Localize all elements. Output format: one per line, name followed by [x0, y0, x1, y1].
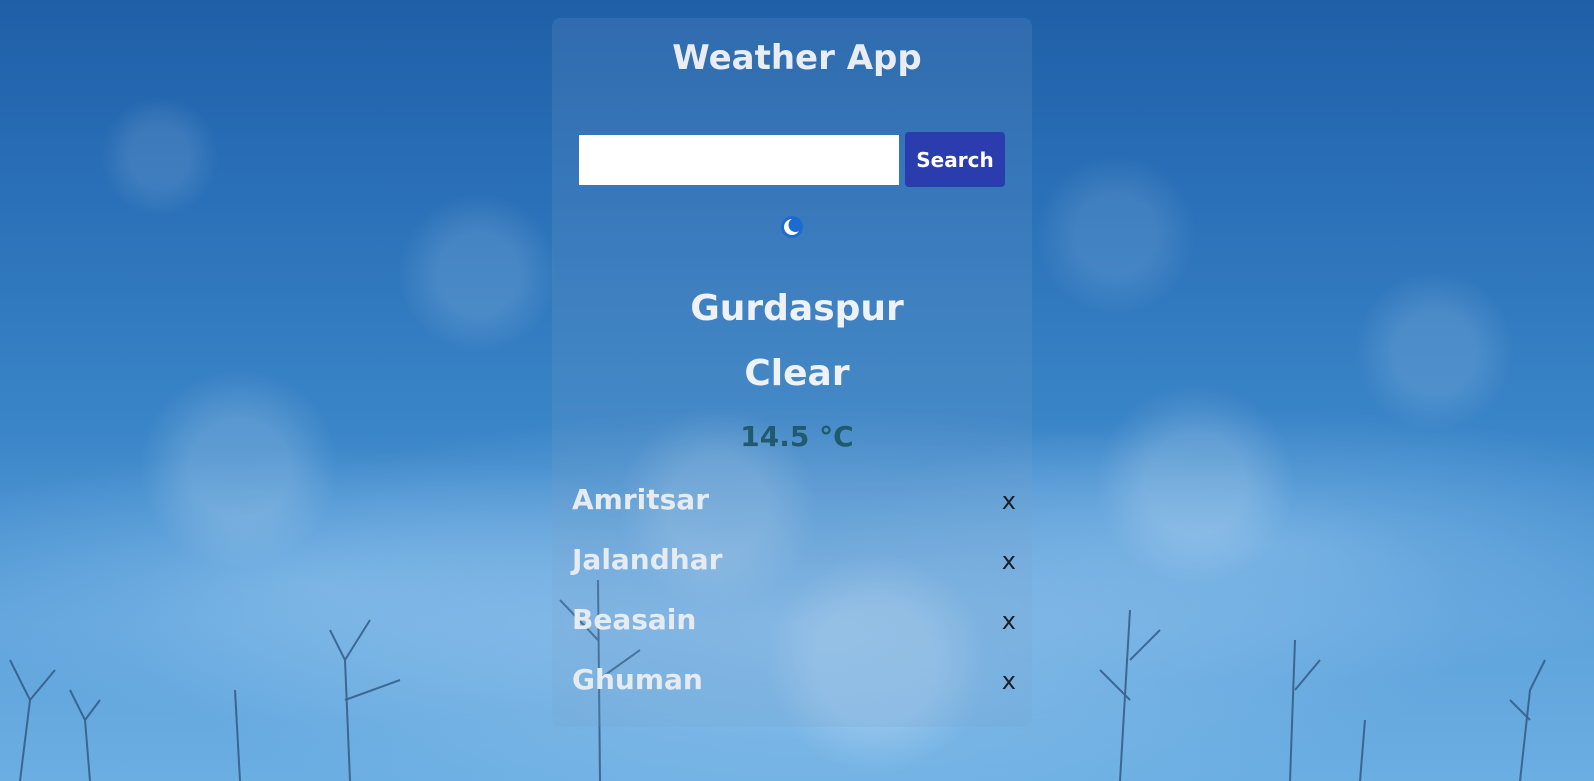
saved-cities-list: Amritsar x Jalandhar x Beasain x Ghuman …: [572, 477, 1016, 717]
remove-city-button[interactable]: x: [1002, 547, 1016, 575]
current-city-name: Gurdaspur: [690, 288, 904, 329]
weather-condition: Clear: [744, 353, 850, 394]
remove-city-button[interactable]: x: [1002, 607, 1016, 635]
saved-city-item: Ghuman x: [572, 657, 1016, 717]
app-title: Weather App: [672, 38, 922, 78]
saved-city-item: Jalandhar x: [572, 537, 1016, 597]
search-input[interactable]: [579, 135, 899, 185]
saved-city-ghuman[interactable]: Ghuman: [572, 663, 703, 696]
saved-city-amritsar[interactable]: Amritsar: [572, 483, 709, 516]
saved-city-item: Amritsar x: [572, 477, 1016, 537]
saved-city-jalandhar[interactable]: Jalandhar: [572, 543, 722, 576]
search-button[interactable]: Search: [905, 132, 1005, 187]
saved-city-beasain[interactable]: Beasain: [572, 603, 696, 636]
temperature-reading: 14.5 °C: [740, 420, 854, 453]
moon-icon: [781, 216, 803, 238]
remove-city-button[interactable]: x: [1002, 667, 1016, 695]
saved-city-item: Beasain x: [572, 597, 1016, 657]
remove-city-button[interactable]: x: [1002, 487, 1016, 515]
weather-app-page: Weather App Search Gurdaspur Clear 14.5 …: [0, 0, 1594, 781]
